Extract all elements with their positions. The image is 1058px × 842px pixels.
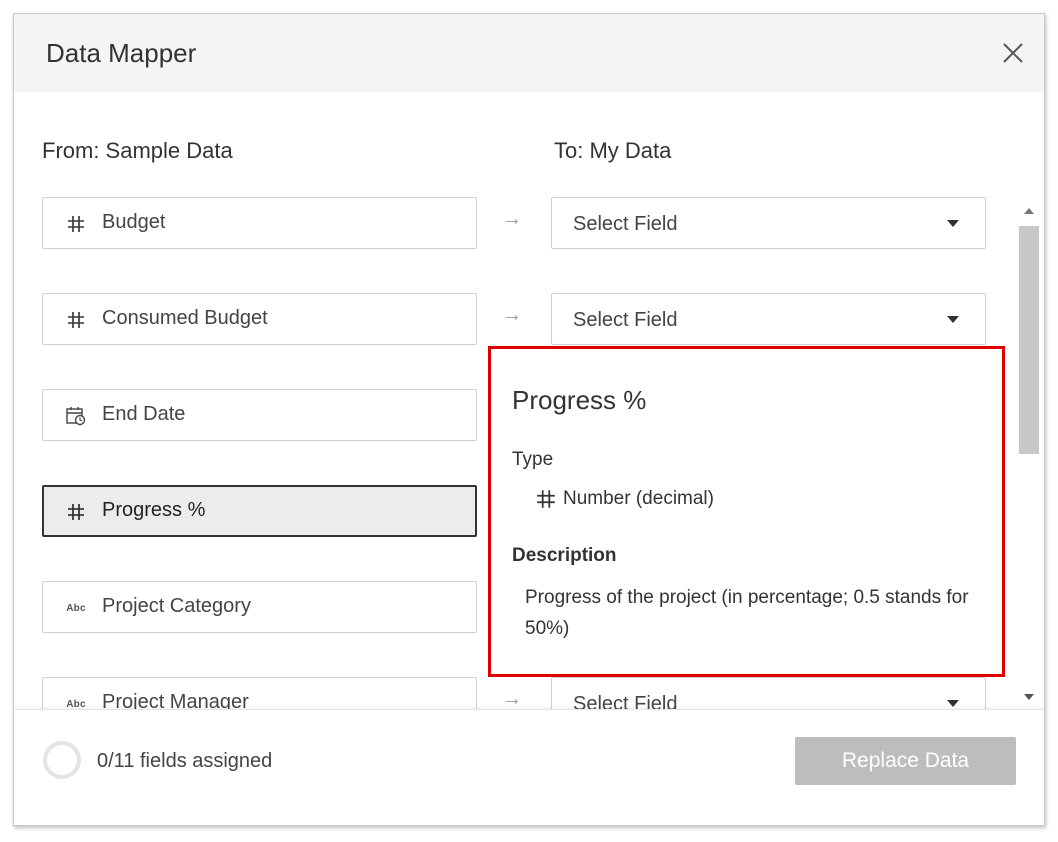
tooltip-type-value: Number (decimal) bbox=[563, 488, 714, 509]
source-field-budget[interactable]: Budget bbox=[42, 197, 477, 249]
source-field-project-category[interactable]: Abc Project Category bbox=[42, 581, 477, 633]
target-field-select[interactable]: Select Field bbox=[551, 197, 986, 249]
target-field-select[interactable]: Select Field bbox=[551, 677, 986, 709]
number-icon bbox=[535, 488, 557, 510]
tooltip-title: Progress % bbox=[512, 385, 647, 415]
scroll-down-icon[interactable] bbox=[1024, 694, 1034, 700]
dialog-title: Data Mapper bbox=[46, 38, 197, 68]
tooltip-description: Progress of the project (in percentage; … bbox=[525, 587, 969, 639]
source-field-label: Budget bbox=[102, 211, 166, 233]
target-field-value: Select Field bbox=[573, 309, 678, 331]
tooltip-type-heading: Type bbox=[512, 449, 554, 470]
arrow-right-icon: → bbox=[502, 304, 522, 326]
source-field-project-manager[interactable]: Abc Project Manager bbox=[42, 677, 477, 709]
dialog-header: Data Mapper bbox=[14, 14, 1044, 92]
source-field-progress[interactable]: Progress % bbox=[42, 485, 477, 537]
caret-down-icon bbox=[947, 316, 959, 323]
to-label: To: My Data bbox=[554, 138, 672, 163]
calendar-icon bbox=[63, 403, 89, 429]
target-field-value: Select Field bbox=[573, 693, 678, 709]
mapping-row: Consumed Budget → Select Field bbox=[14, 290, 1014, 346]
from-label: From: Sample Data bbox=[42, 138, 233, 163]
mapping-row: Abc Project Manager → Select Field bbox=[14, 674, 1014, 709]
source-field-label: Project Category bbox=[102, 595, 251, 617]
source-field-label: Consumed Budget bbox=[102, 307, 268, 329]
scroll-up-icon[interactable] bbox=[1024, 208, 1034, 214]
arrow-right-icon: → bbox=[502, 208, 522, 230]
dialog-footer: 0/11 fields assigned Replace Data bbox=[14, 709, 1044, 825]
list-scrollbar[interactable] bbox=[1017, 200, 1041, 708]
source-field-label: Progress % bbox=[102, 499, 206, 521]
arrow-right-icon: → bbox=[502, 688, 522, 709]
number-icon bbox=[63, 211, 89, 237]
mapping-row: Budget → Select Field bbox=[14, 194, 1014, 250]
text-icon: Abc bbox=[66, 698, 86, 710]
source-field-end-date[interactable]: End Date bbox=[42, 389, 477, 441]
source-field-label: Project Manager bbox=[102, 691, 249, 709]
text-icon: Abc bbox=[66, 602, 86, 614]
close-icon[interactable] bbox=[998, 38, 1028, 68]
target-field-value: Select Field bbox=[573, 213, 678, 235]
number-icon bbox=[63, 499, 89, 525]
field-info-tooltip: Progress % Type Number (decimal) Descrip… bbox=[488, 346, 1005, 677]
target-field-select[interactable]: Select Field bbox=[551, 293, 986, 345]
caret-down-icon bbox=[947, 220, 959, 227]
scroll-thumb[interactable] bbox=[1019, 226, 1039, 454]
fields-assigned-count: 0/11 fields assigned bbox=[97, 750, 273, 772]
source-field-consumed-budget[interactable]: Consumed Budget bbox=[42, 293, 477, 345]
source-field-label: End Date bbox=[102, 403, 186, 425]
number-icon bbox=[63, 307, 89, 333]
assignment-progress-ring-icon bbox=[42, 740, 82, 780]
replace-data-button[interactable]: Replace Data bbox=[795, 737, 1016, 785]
tooltip-description-heading: Description bbox=[512, 545, 617, 566]
caret-down-icon bbox=[947, 700, 959, 707]
